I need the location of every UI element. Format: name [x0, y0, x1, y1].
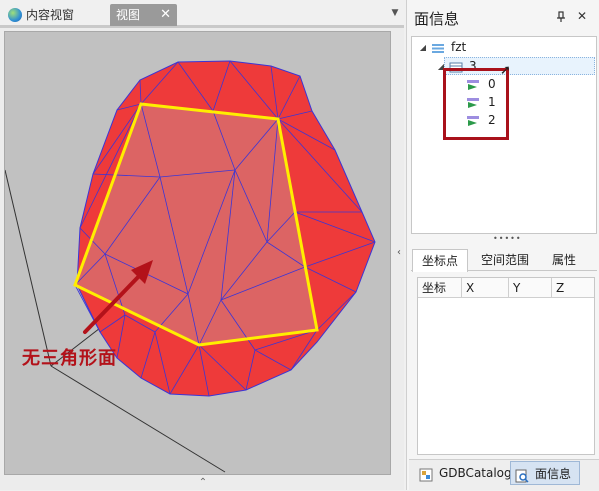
pin-icon[interactable]: [555, 11, 567, 23]
mouse-cursor-icon: ➚: [500, 63, 511, 78]
column-header[interactable]: Z: [552, 278, 594, 298]
globe-icon: [8, 8, 22, 22]
tab-gdbcatalog-label: GDBCatalog: [439, 466, 512, 480]
tab-properties[interactable]: 属性: [540, 249, 588, 271]
tab-content-view[interactable]: 内容视窗: [2, 4, 108, 26]
tab-face-info-label: 面信息: [535, 467, 572, 481]
3d-viewport[interactable]: [4, 31, 391, 475]
expand-arrow-icon[interactable]: ◢: [418, 39, 428, 56]
tab-view[interactable]: 视图 ✕: [110, 4, 177, 26]
tab-spatial-extent[interactable]: 空间范围: [472, 249, 538, 271]
tab-list-dropdown-icon[interactable]: ▼: [389, 6, 401, 20]
column-header[interactable]: Y: [509, 278, 552, 298]
tab-content-view-label: 内容视窗: [26, 8, 75, 22]
close-panel-icon[interactable]: ✕: [576, 9, 588, 23]
annotation-label: 无三角形面: [22, 348, 117, 369]
collapse-bottom-icon[interactable]: ⌃: [196, 477, 210, 489]
panel-title: 面信息: [414, 10, 460, 28]
catalog-icon: [419, 466, 433, 482]
tab-gdbcatalog[interactable]: GDBCatalog: [415, 461, 512, 485]
tree-row-root[interactable]: ◢ fzt: [418, 39, 588, 56]
splitter-handle[interactable]: •••••: [493, 235, 521, 243]
column-header[interactable]: 坐标: [418, 278, 462, 298]
search-doc-icon: [515, 467, 529, 483]
column-header[interactable]: X: [462, 278, 509, 298]
tab-view-label: 视图: [116, 8, 141, 22]
model-canvas: [5, 60, 376, 473]
tab-coordinate-points[interactable]: 坐标点: [412, 249, 468, 272]
highlight-box: [443, 68, 509, 140]
database-icon: [431, 42, 445, 59]
collapse-side-icon[interactable]: ‹: [394, 246, 404, 260]
tree-label-root: fzt: [451, 40, 467, 54]
coordinate-table: 坐标 X Y Z: [417, 277, 595, 455]
tab-face-info[interactable]: 面信息: [510, 461, 580, 485]
close-tab-icon[interactable]: ✕: [160, 4, 171, 26]
